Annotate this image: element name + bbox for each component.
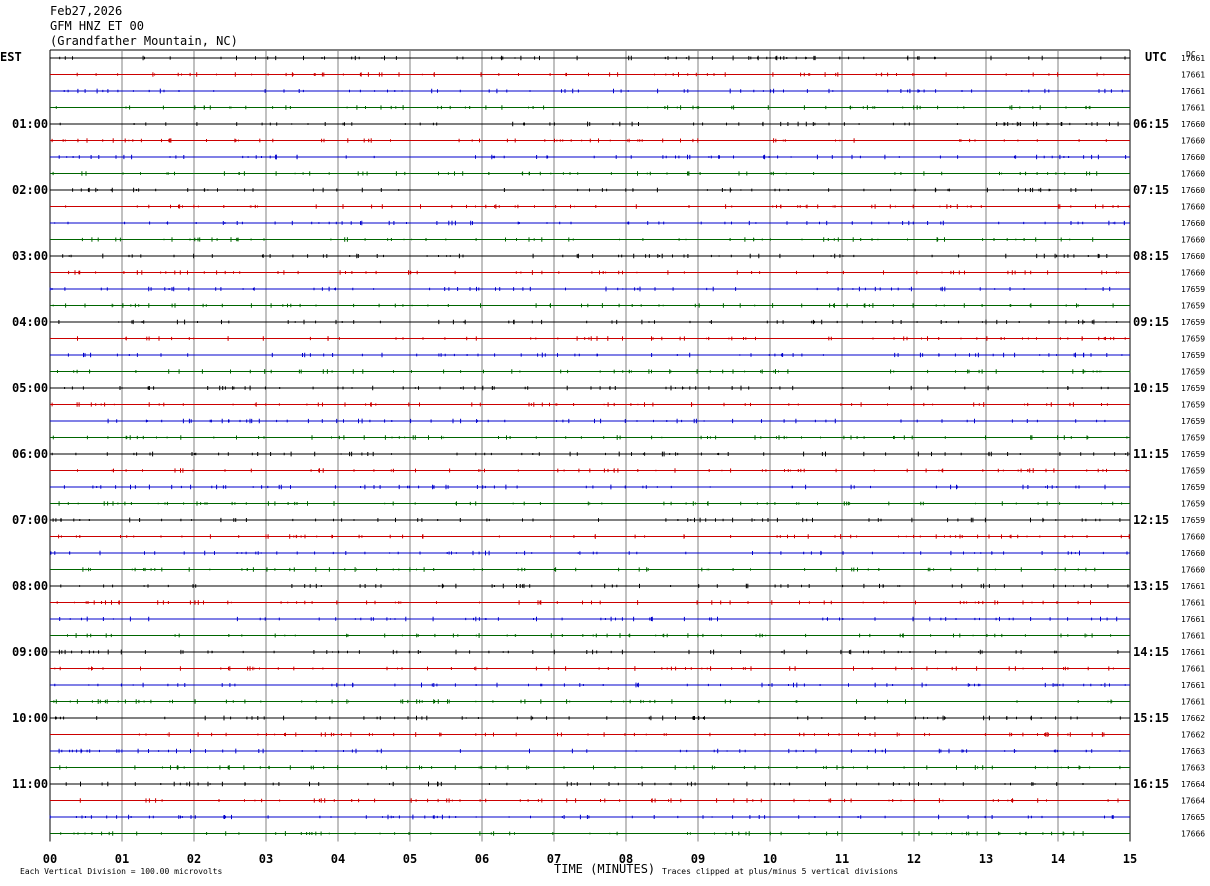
dc-offset-label: 17661 [1181, 648, 1205, 657]
dc-offset-label: 17660 [1181, 219, 1205, 228]
dc-offset-label: 17659 [1181, 417, 1205, 426]
dc-offset-label: 17659 [1181, 401, 1205, 410]
dc-offset-label: 17660 [1181, 203, 1205, 212]
seismogram-plot: 01:00 02:00 03:00 04:00 05:00 06:00 07:00 08:00… [12, 49, 1205, 866]
dc-offset-label: 17659 [1181, 302, 1205, 311]
dc-offset-label: 17660 [1181, 533, 1205, 542]
right-hour-label: 13:15 [1133, 579, 1169, 593]
left-hour-label: 01:00 [12, 117, 48, 131]
dc-offset-label: 17659 [1181, 516, 1205, 525]
right-hour-labels: 06:15 07:15 08:15 09:15 10:15 11:15 12:15 13:15… [1133, 117, 1169, 791]
x-tick-label: 15 [1123, 852, 1137, 866]
x-tick-label: 02 [187, 852, 201, 866]
dc-offset-label: 17663 [1181, 764, 1205, 773]
dc-offset-label: 17660 [1181, 120, 1205, 129]
dc-offset-label: 17660 [1181, 153, 1205, 162]
dc-offset-labels: 17661 17661 17661 17661 17660 17660 17660 17660… [1181, 54, 1205, 839]
header-station: GFM HNZ ET 00 [50, 19, 144, 33]
dc-offset-label: 17662 [1181, 714, 1205, 723]
dc-offset-label: 17661 [1181, 104, 1205, 113]
left-hour-label: 10:00 [12, 711, 48, 725]
dc-offset-label: 17659 [1181, 368, 1205, 377]
x-axis-title: TIME (MINUTES) [554, 862, 656, 876]
left-hour-label: 08:00 [12, 579, 48, 593]
right-hour-label: 16:15 [1133, 777, 1169, 791]
minute-gridlines [49, 49, 1131, 842]
dc-offset-label: 17662 [1181, 731, 1205, 740]
right-hour-label: 06:15 [1133, 117, 1169, 131]
dc-offset-label: 17659 [1181, 434, 1205, 443]
x-tick-label: 12 [907, 852, 921, 866]
dc-offset-label: 17660 [1181, 170, 1205, 179]
dc-offset-label: 17661 [1181, 632, 1205, 641]
x-tick-label: 05 [403, 852, 417, 866]
dc-offset-label: 17661 [1181, 87, 1205, 96]
right-hour-label: 12:15 [1133, 513, 1169, 527]
x-tick-label: 06 [475, 852, 489, 866]
right-hour-label: 15:15 [1133, 711, 1169, 725]
dc-offset-label: 17661 [1181, 582, 1205, 591]
dc-offset-label: 17666 [1181, 830, 1205, 839]
dc-offset-label: 17659 [1181, 384, 1205, 393]
x-tick-label: 09 [691, 852, 705, 866]
x-tick-label: 11 [835, 852, 849, 866]
dc-offset-label: 17661 [1181, 599, 1205, 608]
header-date: Feb27,2026 [50, 4, 123, 18]
dc-offset-label: 17659 [1181, 318, 1205, 327]
dc-offset-label: 17663 [1181, 747, 1205, 756]
right-timezone-label: UTC [1145, 50, 1167, 64]
dc-offset-label: 17659 [1181, 335, 1205, 344]
header-location: (Grandfather Mountain, NC) [50, 34, 238, 48]
dc-offset-label: 17661 [1181, 681, 1205, 690]
dc-offset-label: 17661 [1181, 615, 1205, 624]
x-tick-label: 13 [979, 852, 993, 866]
dc-offset-label: 17665 [1181, 813, 1205, 822]
left-hour-label: 05:00 [12, 381, 48, 395]
dc-offset-label: 17660 [1181, 252, 1205, 261]
x-tick-label: 14 [1051, 852, 1065, 866]
left-timezone-label: EST [0, 50, 22, 64]
x-tick-label: 10 [763, 852, 777, 866]
left-hour-labels: 01:00 02:00 03:00 04:00 05:00 06:00 07:00 08:00… [12, 117, 48, 791]
clip-note: Traces clipped at plus/minus 5 vertical … [662, 867, 899, 876]
dc-offset-label: 17659 [1181, 450, 1205, 459]
dc-offset-label: 17659 [1181, 351, 1205, 360]
x-tick-label: 04 [331, 852, 345, 866]
right-hour-label: 11:15 [1133, 447, 1169, 461]
right-hour-label: 10:15 [1133, 381, 1169, 395]
dc-offset-label: 17659 [1181, 285, 1205, 294]
left-hour-label: 04:00 [12, 315, 48, 329]
dc-offset-label: 17660 [1181, 549, 1205, 558]
dc-offset-label: 17661 [1181, 698, 1205, 707]
x-tick-label: 01 [115, 852, 129, 866]
left-hour-label: 07:00 [12, 513, 48, 527]
dc-offset-label: 17661 [1181, 665, 1205, 674]
dc-offset-label: 17660 [1181, 566, 1205, 575]
dc-offset-label: 17660 [1181, 186, 1205, 195]
x-tick-label: 03 [259, 852, 273, 866]
dc-offset-label: 17660 [1181, 137, 1205, 146]
dc-header-label: DC [1186, 50, 1196, 59]
right-hour-label: 07:15 [1133, 183, 1169, 197]
left-hour-label: 11:00 [12, 777, 48, 791]
scale-note: Each Vertical Division = 100.00 microvol… [20, 867, 223, 876]
dc-offset-label: 17659 [1181, 483, 1205, 492]
dc-offset-label: 17660 [1181, 269, 1205, 278]
dc-offset-label: 17659 [1181, 467, 1205, 476]
x-tick-label: 00 [43, 852, 57, 866]
dc-offset-label: 17661 [1181, 71, 1205, 80]
dc-offset-label: 17660 [1181, 236, 1205, 245]
dc-offset-label: 17664 [1181, 780, 1205, 789]
dc-offset-label: 17664 [1181, 797, 1205, 806]
left-hour-label: 09:00 [12, 645, 48, 659]
left-hour-label: 03:00 [12, 249, 48, 263]
right-hour-label: 14:15 [1133, 645, 1169, 659]
right-hour-label: 09:15 [1133, 315, 1169, 329]
trace-lines [49, 55, 1131, 836]
left-hour-label: 06:00 [12, 447, 48, 461]
left-hour-label: 02:00 [12, 183, 48, 197]
right-hour-label: 08:15 [1133, 249, 1169, 263]
dc-offset-label: 17659 [1181, 500, 1205, 509]
